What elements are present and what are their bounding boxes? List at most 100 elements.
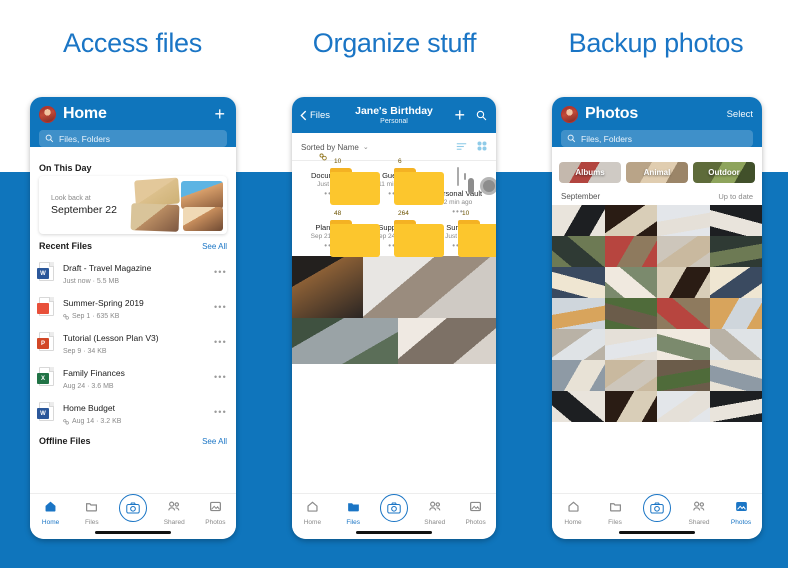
photo-thumbnail[interactable]	[709, 391, 762, 422]
tab-label: Photos	[465, 519, 486, 526]
tab-camera[interactable]	[374, 494, 415, 522]
overflow-menu-icon[interactable]: •••	[208, 302, 227, 312]
photo-thumbnail[interactable]	[657, 360, 710, 391]
tab-camera[interactable]	[112, 494, 153, 522]
see-all-link-offline[interactable]: See All	[202, 437, 227, 446]
tab-home[interactable]: Home	[292, 500, 333, 526]
overflow-menu-icon[interactable]: •••	[208, 267, 227, 277]
photo-thumbnail[interactable]	[604, 298, 657, 329]
photo-thumb[interactable]	[398, 318, 496, 364]
photo-thumbnail[interactable]	[657, 391, 710, 422]
back-button[interactable]: Files	[300, 110, 330, 121]
avatar[interactable]	[39, 105, 56, 123]
plus-icon[interactable]: +	[214, 105, 227, 123]
search-input[interactable]: Files, Folders	[561, 130, 753, 147]
tab-files[interactable]: Files	[333, 500, 374, 526]
folder-item[interactable]: 10DocumentsJust now•••	[298, 153, 380, 216]
photo-thumb[interactable]	[363, 256, 496, 318]
home-indicator	[356, 531, 432, 534]
list-item[interactable]: Summer-Spring 2019 Sep 1 · 635 KB •••	[30, 289, 236, 324]
photo-thumbnail[interactable]	[709, 267, 762, 298]
tab-home[interactable]: Home	[30, 500, 71, 526]
list-item[interactable]: W Draft - Travel Magazine Just now · 5.5 M…	[30, 254, 236, 289]
tab-label: Files	[346, 519, 361, 526]
category-chip[interactable]: Outdoor	[693, 162, 755, 183]
shared-icon	[319, 148, 327, 166]
photo-thumbnail[interactable]	[657, 329, 710, 360]
photo-thumbnail[interactable]	[604, 329, 657, 360]
app-header-photos: Photos Select Files, Folders	[552, 97, 762, 147]
category-chip[interactable]: Albums	[559, 162, 621, 183]
photo-thumbnail[interactable]	[604, 360, 657, 391]
photo-thumbnail[interactable]	[709, 360, 762, 391]
tab-shared[interactable]: Shared	[414, 500, 455, 526]
search-input[interactable]: Files, Folders	[39, 130, 227, 147]
list-item[interactable]: W Home Budget Aug 14 · 3.2 KB •••	[30, 394, 236, 429]
photo-thumbnail[interactable]	[552, 391, 605, 422]
sort-label[interactable]: Sorted by Name	[301, 143, 359, 152]
tab-photos[interactable]: Photos	[195, 500, 236, 526]
select-button[interactable]: Select	[727, 109, 753, 120]
list-item[interactable]: X Family Finances Aug 24 · 3.6 MB •••	[30, 359, 236, 394]
search-icon	[45, 134, 54, 143]
photo-thumbnail[interactable]	[709, 205, 762, 236]
photo-thumbnail[interactable]	[604, 267, 657, 298]
photo-thumbnail[interactable]	[604, 205, 657, 236]
tab-shared[interactable]: Shared	[154, 500, 195, 526]
photo-thumbnail[interactable]	[709, 236, 762, 267]
photo-thumbnail[interactable]	[552, 267, 605, 298]
photo-thumbnail[interactable]	[709, 298, 762, 329]
section-on-this-day: On This Day	[30, 156, 236, 176]
shared-people-icon	[167, 500, 181, 517]
see-all-link-recent[interactable]: See All	[202, 242, 227, 251]
photo-thumbnail[interactable]	[657, 236, 710, 267]
home-icon	[567, 500, 580, 517]
tab-label: Photos	[730, 519, 752, 526]
tab-home[interactable]: Home	[552, 500, 594, 526]
photo-thumbnail[interactable]	[552, 298, 605, 329]
tab-shared[interactable]: Shared	[678, 500, 720, 526]
folder-icon	[609, 500, 622, 517]
list-view-icon[interactable]	[456, 138, 467, 156]
photo-strip	[292, 256, 496, 364]
tab-photos[interactable]: Photos	[455, 500, 496, 526]
photo-thumb[interactable]	[292, 318, 399, 364]
overflow-menu-icon[interactable]: •••	[426, 208, 490, 216]
search-icon[interactable]	[476, 110, 487, 121]
file-meta: Aug 14 · 3.2 KB	[63, 418, 208, 425]
photo-thumbnail[interactable]	[657, 205, 710, 236]
photo-thumbnail[interactable]	[657, 267, 710, 298]
photo-thumbnail[interactable]	[552, 236, 605, 267]
plus-icon[interactable]: +	[454, 106, 467, 124]
overflow-menu-icon[interactable]: •••	[208, 372, 227, 382]
photo-thumbnail[interactable]	[552, 360, 605, 391]
tab-files[interactable]: Files	[71, 500, 112, 526]
camera-icon[interactable]	[119, 494, 147, 522]
section-title: On This Day	[39, 163, 92, 173]
tab-photos[interactable]: Photos	[720, 500, 762, 526]
chip-label: Albums	[575, 168, 605, 177]
photo-thumbnail[interactable]	[657, 298, 710, 329]
photo-thumb[interactable]	[292, 256, 364, 318]
on-this-day-card[interactable]: Look back at September 22	[39, 176, 227, 234]
tab-label: Shared	[424, 519, 446, 526]
photo-thumbnail[interactable]	[552, 205, 605, 236]
category-chip[interactable]: Animal	[626, 162, 688, 183]
camera-icon[interactable]	[643, 494, 671, 522]
photo-thumbnail[interactable]	[709, 329, 762, 360]
overflow-menu-icon[interactable]: •••	[208, 407, 227, 417]
photo-thumbnail[interactable]	[604, 236, 657, 267]
chevron-down-icon[interactable]: ⌄	[363, 143, 369, 151]
folder-item[interactable]: 48PlanningSep 21, 2020•••	[298, 210, 380, 257]
avatar[interactable]	[561, 105, 578, 123]
overflow-menu-icon[interactable]: •••	[208, 337, 227, 347]
photo-thumbnail[interactable]	[604, 391, 657, 422]
tab-camera[interactable]	[636, 494, 678, 522]
app-header-files: Files Jane's Birthday Personal +	[292, 97, 496, 133]
tab-files[interactable]: Files	[594, 500, 636, 526]
chevron-left-icon	[300, 110, 307, 120]
grid-view-icon[interactable]	[477, 138, 487, 156]
list-item[interactable]: P Tutorial (Lesson Plan V3) Sep 9 · 34 KB •…	[30, 324, 236, 359]
camera-icon[interactable]	[379, 494, 408, 522]
photo-thumbnail[interactable]	[552, 329, 605, 360]
